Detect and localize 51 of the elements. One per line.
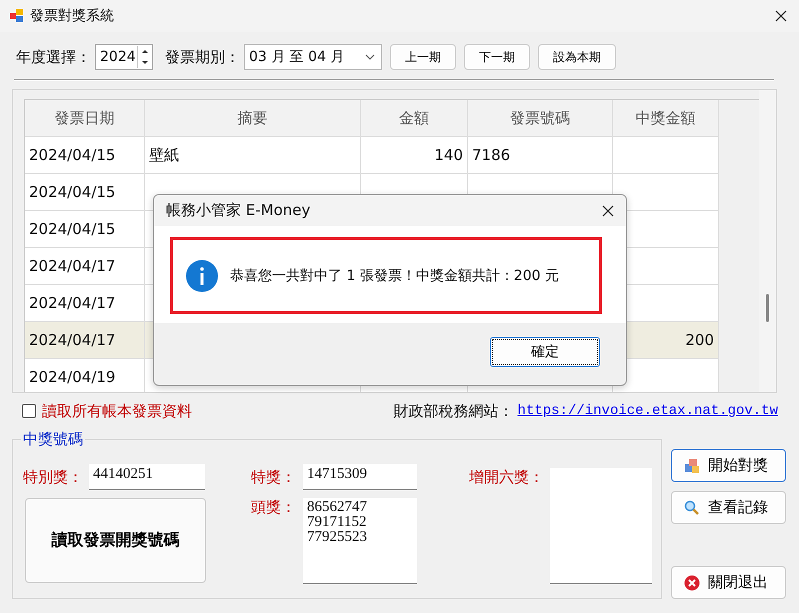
search-icon <box>684 500 700 516</box>
window-title: 發票對獎系統 <box>30 7 114 25</box>
table-cell: 2024/04/17 <box>25 285 145 322</box>
field-label: 增開六獎： <box>469 468 544 487</box>
table-cell: 2024/04/19 <box>25 359 145 392</box>
cards-icon <box>684 458 700 474</box>
input-field[interactable]: 44140251 <box>89 464 205 490</box>
table-cell: 2024/04/17 <box>25 248 145 285</box>
table-cell: 2024/04/15 <box>25 174 145 211</box>
tax-site-label: 財政部稅務網站： <box>394 402 514 420</box>
dialog-message: 恭喜您一共對中了 1 張發票！中獎金額共計：200 元 <box>230 266 559 284</box>
field-label: 特獎： <box>251 468 297 486</box>
period-button[interactable]: 下一期 <box>464 44 530 70</box>
scrollbar-thumb[interactable] <box>766 294 769 322</box>
table-cell: 2024/04/15 <box>25 211 145 248</box>
table-cell: 140 <box>361 137 468 174</box>
tax-site-link[interactable]: https://invoice.etax.nat.gov.tw <box>518 403 778 419</box>
input-field[interactable]: 14715309 <box>303 464 417 490</box>
group-title: 中獎號碼 <box>21 430 85 449</box>
year-label: 年度選擇： <box>16 48 91 66</box>
chevron-icon <box>365 54 375 60</box>
info-icon <box>186 260 218 292</box>
column-header[interactable]: 中獎金額 <box>613 100 719 137</box>
ok-button[interactable]: 確定 <box>490 337 600 367</box>
period-button[interactable]: 設為本期 <box>538 44 616 70</box>
period-button[interactable]: 上一期 <box>390 44 456 70</box>
table-cell: 2024/04/17 <box>25 322 145 359</box>
field-label: 特別獎： <box>23 468 83 486</box>
column-header[interactable]: 摘要 <box>145 100 361 137</box>
action-button[interactable]: 查看記錄 <box>671 491 786 524</box>
dialog-title: 帳務小管家 E-Money <box>166 201 310 220</box>
column-header[interactable]: 發票日期 <box>25 100 145 137</box>
table-cell: 7186 <box>468 137 613 174</box>
app-icon <box>10 9 24 23</box>
table-cell: 壁紙 <box>145 137 361 174</box>
table-cell: 2024/04/15 <box>25 137 145 174</box>
close-icon[interactable] <box>775 10 787 22</box>
action-button[interactable]: 關閉退出 <box>671 566 786 599</box>
checkbox-label[interactable]: 讀取所有帳本發票資料 <box>42 402 192 420</box>
fetch-numbers-button[interactable]: 讀取發票開獎號碼 <box>25 498 206 583</box>
close-icon <box>684 574 700 590</box>
column-header[interactable]: 發票號碼 <box>468 100 613 137</box>
period-dropdown[interactable]: 03 月 至 04 月 <box>244 44 382 70</box>
year-spinner[interactable]: 2024 <box>95 44 153 70</box>
checkbox[interactable] <box>22 404 36 418</box>
period-label: 發票期別： <box>165 48 240 66</box>
close-icon[interactable] <box>602 204 614 216</box>
field-label: 頭獎： <box>251 498 297 517</box>
text-area[interactable]: 86562747 79171152 77925523 <box>303 498 417 584</box>
action-button[interactable]: 開始對獎 <box>671 449 786 482</box>
column-header[interactable]: 金額 <box>361 100 468 137</box>
